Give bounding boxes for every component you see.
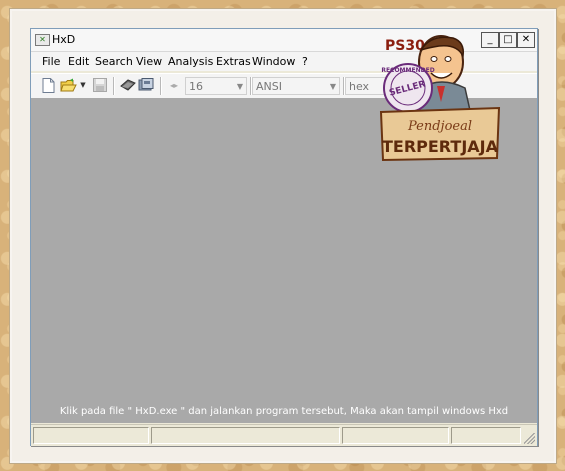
svg-text:Pendjoeal: Pendjoeal [407, 119, 472, 134]
status-panel [33, 427, 149, 444]
status-panel [151, 427, 340, 444]
svg-text:RECOMMENDED: RECOMMENDED [381, 67, 434, 74]
close-button[interactable]: ✕ [517, 32, 535, 48]
menu-analysis[interactable]: Analysis [168, 55, 213, 68]
menu-file[interactable]: File [42, 55, 60, 68]
status-bar [31, 424, 537, 446]
chevron-down-icon: ▼ [329, 82, 336, 91]
hxd-app-icon[interactable]: ✕ [35, 34, 50, 46]
open-disk-icon[interactable] [138, 78, 155, 93]
open-ram-icon[interactable] [119, 78, 136, 93]
chevron-down-icon: ▼ [236, 82, 243, 91]
toolbar-separator [160, 77, 162, 95]
bytes-per-row-select[interactable]: 16 ▼ [185, 77, 247, 95]
menu-help[interactable]: ? [302, 55, 308, 68]
offset-spin-icon: ◂▸ [169, 81, 179, 90]
status-panel [451, 427, 521, 444]
svg-text:TERPERTJAJA: TERPERTJAJA [382, 137, 499, 156]
menu-window[interactable]: Window [252, 55, 295, 68]
menu-edit[interactable]: Edit [68, 55, 89, 68]
menu-extras[interactable]: Extras [216, 55, 251, 68]
dropdown-arrow-icon[interactable]: ▼ [79, 78, 87, 93]
window-title: HxD [52, 33, 76, 46]
bytes-per-row-value: 16 [189, 80, 203, 93]
status-panel [342, 427, 449, 444]
menu-search[interactable]: Search [95, 55, 133, 68]
new-file-icon[interactable] [41, 78, 56, 93]
resize-grip-icon[interactable] [524, 433, 535, 444]
instruction-caption: Klik pada file " HxD.exe " dan jalankan … [59, 406, 509, 417]
menu-view[interactable]: View [136, 55, 162, 68]
offset-base-value: hex [349, 80, 370, 93]
charset-select[interactable]: ANSI ▼ [252, 77, 340, 95]
save-icon [92, 78, 107, 93]
charset-value: ANSI [256, 80, 282, 93]
seller-watermark-logo: PS300N RECOMMENDED SELLER Pendjoeal TERP… [377, 32, 503, 164]
toolbar-separator [113, 77, 115, 95]
open-folder-icon[interactable] [60, 78, 77, 93]
